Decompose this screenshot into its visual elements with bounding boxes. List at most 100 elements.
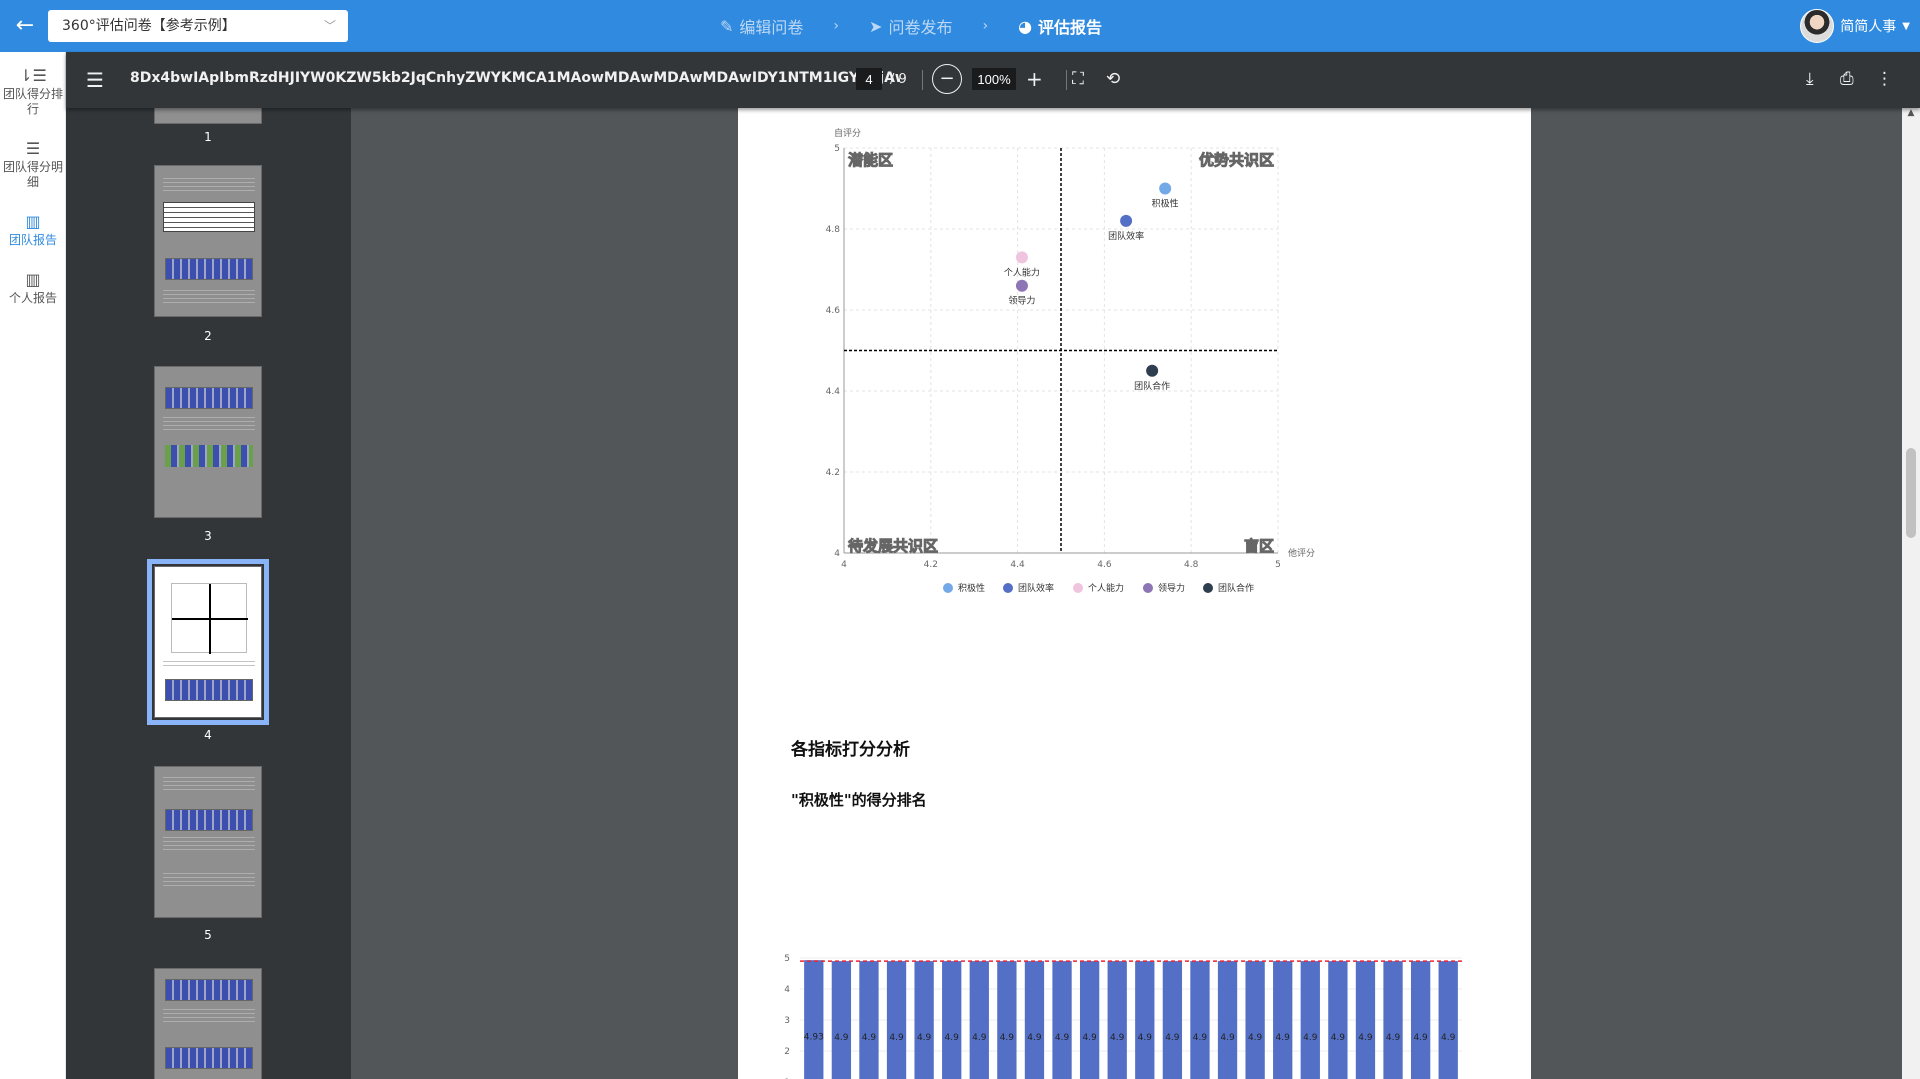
bar: [1383, 961, 1403, 1079]
y-tick-label: 4.2: [826, 468, 840, 478]
fit-page-icon[interactable]: ⛶: [1072, 69, 1084, 89]
paper-plane-icon: ➤: [869, 16, 883, 36]
thumbnail-text: [163, 178, 255, 192]
bar-value-label: 4.9: [1358, 1033, 1373, 1043]
step-evaluation-report[interactable]: ◕ 评估报告: [1018, 14, 1102, 38]
pie-chart-icon: ◕: [1018, 16, 1033, 36]
survey-dropdown[interactable]: 360°评估问卷【参考示例】 ﹀: [48, 10, 348, 42]
page-thumbnail-6[interactable]: [154, 968, 262, 1079]
page-thumbnail-2[interactable]: [154, 165, 262, 317]
scatter-chart: 4 4.2 4.4 4.6 4.8 5 4 4.2 4.4 4.6 4.8 5 自评分他评分 潜能区 优势共…: [826, 127, 1315, 594]
page-thumbnail-3[interactable]: [154, 366, 262, 518]
bar: [1107, 961, 1127, 1079]
pdf-page: 4 4.2 4.4 4.6 4.8 5 4 4.2 4.4 4.6 4.8 5 自评分 他评分 潜能区 优势共…: [738, 108, 1531, 1079]
legend-label: 团队效率: [1018, 582, 1054, 594]
zoom-in-icon[interactable]: +: [1026, 67, 1043, 91]
x-tick-label: 4.4: [1010, 560, 1025, 570]
section-title: 各指标打分分析: [791, 740, 910, 760]
legend-label: 领导力: [1158, 582, 1185, 594]
thumbnail-text: [163, 290, 255, 304]
back-arrow-icon[interactable]: ←: [10, 11, 40, 41]
print-icon[interactable]: ⎙: [1840, 69, 1854, 89]
divider: [1066, 70, 1067, 90]
bar: [1245, 961, 1265, 1079]
thumbnail-panel: 1 2 3 4 5 ▲ ▼: [66, 108, 351, 1079]
bar-value-label: 4.9: [1027, 1033, 1042, 1043]
scatter-point: [1120, 214, 1133, 227]
legend-marker: [1143, 583, 1153, 593]
bar-value-label: 4.9: [1138, 1033, 1153, 1043]
x-tick-label: 4: [841, 560, 847, 570]
y-tick-label: 2: [784, 1047, 790, 1057]
hamburger-menu-icon[interactable]: ☰: [86, 68, 104, 92]
user-menu[interactable]: 简简人事 ▼: [1800, 8, 1910, 44]
step-label: 编辑问卷: [739, 18, 804, 37]
page-thumbnail-4[interactable]: [147, 559, 269, 725]
sidebar-item-team-details[interactable]: ☰ 团队得分明细: [0, 125, 66, 198]
y-tick-label: 4.6: [826, 306, 841, 316]
page-thumbnail-1[interactable]: [154, 108, 262, 124]
download-icon[interactable]: ⤓: [1806, 69, 1814, 89]
document-viewer[interactable]: 4 4.2 4.4 4.6 4.8 5 4 4.2 4.4 4.6 4.8 5 自评分 他评分 潜能区 优势共…: [365, 108, 1902, 1079]
step-navigation: ✎ 编辑问卷 › ➤ 问卷发布 › ◕ 评估报告: [720, 0, 1102, 52]
sidebar-item-label: 团队报告: [8, 233, 57, 247]
chevron-down-icon: ﹀: [323, 19, 336, 33]
avatar: [1800, 9, 1835, 43]
y-tick-label: 4.8: [826, 225, 841, 235]
bar-chart-icon: ▥: [25, 212, 41, 231]
page-number-input[interactable]: [856, 68, 882, 90]
y-tick-label: 3: [784, 1016, 790, 1026]
bar-value-label: 4.9: [834, 1033, 849, 1043]
bar: [942, 961, 962, 1079]
x-tick-label: 5: [1275, 560, 1281, 570]
main-scrollbar[interactable]: ▲: [1902, 108, 1920, 1079]
thumbnail-text: [163, 661, 255, 667]
x-tick-label: 4.6: [1097, 560, 1112, 570]
thumbnail-bars: [165, 445, 253, 467]
thumbnail-bars: [165, 679, 253, 701]
step-label: 评估报告: [1038, 18, 1103, 37]
sidebar-item-label: 团队得分排行: [2, 87, 63, 116]
zoom-input[interactable]: [972, 68, 1016, 90]
page-thumbnail-5[interactable]: [154, 766, 262, 918]
step-publish-survey[interactable]: ➤ 问卷发布: [869, 14, 952, 38]
thumbnail-table: [163, 202, 255, 232]
bar-value-label: 4.9: [1441, 1033, 1456, 1043]
more-vertical-icon[interactable]: ⋮: [1876, 69, 1893, 89]
divider: [922, 70, 923, 90]
thumbnail-text: [163, 873, 255, 887]
sidebar-item-team-ranking[interactable]: ⇂☰ 团队得分排行: [0, 52, 66, 125]
y-axis-label: 自评分: [834, 127, 861, 139]
bar: [914, 961, 934, 1079]
thumbnail-bars: [165, 979, 253, 1001]
sidebar-item-team-report[interactable]: ▥ 团队报告: [0, 198, 66, 256]
bar: [831, 961, 852, 1079]
thumbnail-bars: [165, 258, 253, 280]
pencil-icon: ✎: [720, 16, 734, 36]
caret-down-icon: ▼: [1902, 20, 1910, 32]
sidebar-item-personal-report[interactable]: ▥ 个人报告: [0, 256, 66, 314]
point-label: 积极性: [1152, 198, 1179, 210]
document-title: 8Dx4bwIApIbmRzdHJIYW0KZW5kb2JqCnhyZWYKMC…: [130, 70, 900, 86]
page-navigation: / 9: [856, 68, 907, 90]
rotate-icon[interactable]: ⟲: [1106, 69, 1120, 89]
zoom-out-icon[interactable]: −: [932, 64, 962, 94]
bar: [1355, 961, 1376, 1079]
bar: [1079, 961, 1100, 1079]
quadrant-label: 优势共识区: [1199, 151, 1274, 169]
bar: [1135, 961, 1155, 1079]
bar-chart: 0123454.934.94.94.94.94.94.94.94.94.94.9…: [784, 954, 1462, 1079]
scrollbar-thumb[interactable]: [1906, 448, 1916, 538]
bar-value-label: 4.9: [1331, 1033, 1346, 1043]
bar-value-label: 4.9: [972, 1033, 987, 1043]
scroll-up-icon[interactable]: ▲: [1902, 108, 1920, 118]
thumbnail-page-number: 4: [204, 728, 212, 742]
thumbnail-text: [163, 417, 255, 431]
bar: [1300, 961, 1320, 1079]
scatter-point: [1159, 182, 1172, 195]
scatter-point: [1015, 279, 1028, 292]
y-tick-label: 5: [834, 144, 840, 154]
bar: [1438, 961, 1458, 1079]
step-edit-survey[interactable]: ✎ 编辑问卷: [720, 14, 803, 38]
bar: [1273, 961, 1293, 1079]
